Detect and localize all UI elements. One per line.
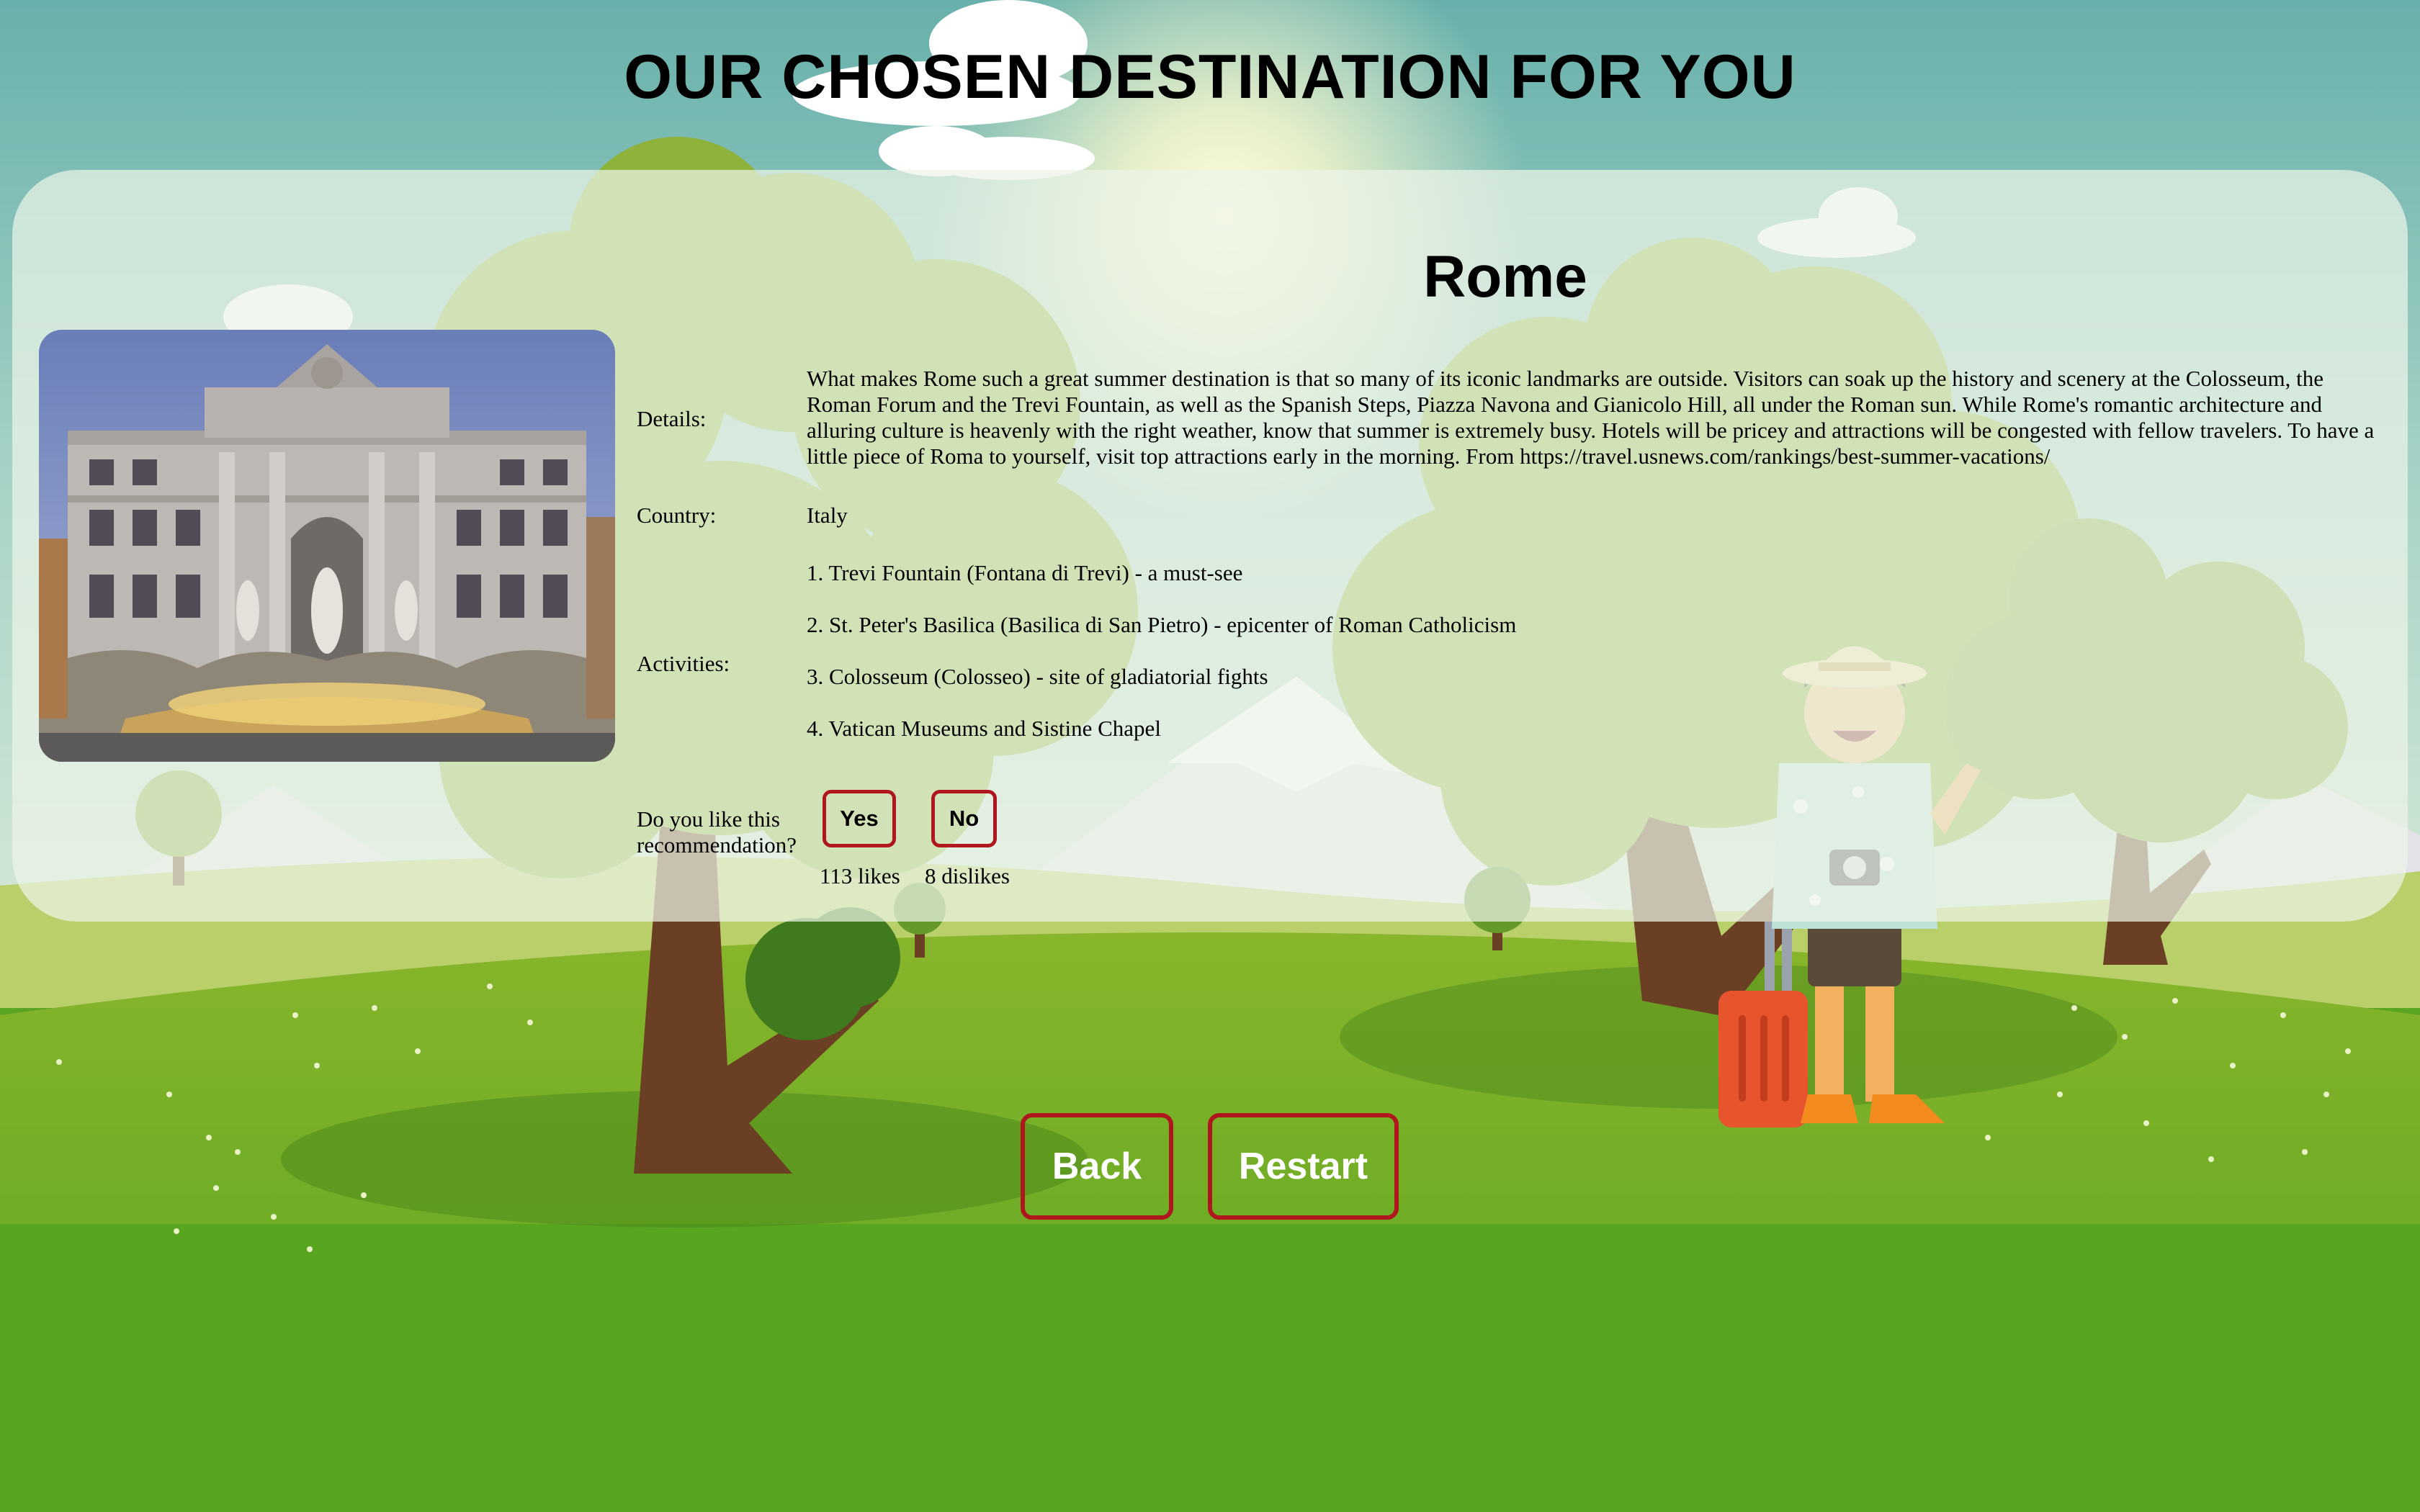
- back-button[interactable]: Back: [1021, 1113, 1173, 1220]
- likes-count: 113 likes: [820, 863, 900, 888]
- activity-item: 4. Vatican Museums and Sistine Chapel: [807, 716, 1161, 741]
- country-value: Italy: [807, 503, 848, 528]
- activity-item: 3. Colosseum (Colosseo) - site of gladia…: [807, 664, 1268, 689]
- activity-item: 2. St. Peter's Basilica (Basilica di San…: [807, 612, 1517, 637]
- dislikes-count: 8 dislikes: [925, 863, 1010, 888]
- activities-label: Activities:: [637, 651, 730, 676]
- destination-photo: [39, 330, 615, 762]
- yes-button[interactable]: Yes: [823, 790, 896, 847]
- restart-button[interactable]: Restart: [1208, 1113, 1399, 1220]
- details-label: Details:: [637, 406, 707, 431]
- destination-name: Rome: [1423, 244, 1587, 310]
- no-button[interactable]: No: [931, 790, 997, 847]
- country-label: Country:: [637, 503, 717, 528]
- destination-details: What makes Rome such a great summer dest…: [807, 366, 2375, 469]
- activity-item: 1. Trevi Fountain (Fontana di Trevi) - a…: [807, 560, 1243, 585]
- feedback-question: Do you like this recommendation?: [637, 806, 797, 858]
- page-title: OUR CHOSEN DESTINATION FOR YOU: [624, 42, 1796, 112]
- trevi-fountain-image: [39, 330, 615, 762]
